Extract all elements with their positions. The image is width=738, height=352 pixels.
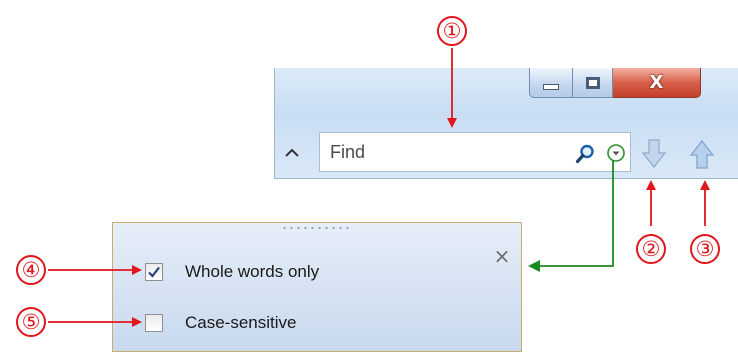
close-window-button[interactable]: X (613, 68, 701, 98)
callout-3: ③ (690, 234, 720, 264)
callout-1: ① (437, 16, 467, 46)
chevron-up-icon[interactable] (285, 146, 299, 160)
minimize-icon (543, 83, 559, 90)
minimize-button[interactable] (529, 68, 573, 98)
close-icon: X (649, 72, 664, 93)
whole-words-checkbox[interactable] (145, 263, 163, 281)
maximize-icon (585, 76, 600, 89)
close-options-icon[interactable]: × (493, 246, 511, 266)
find-box (319, 132, 631, 172)
case-sensitive-checkbox[interactable] (145, 314, 163, 332)
search-icon[interactable] (574, 143, 596, 165)
next-result-arrow-down-icon[interactable] (641, 138, 667, 170)
resize-grip[interactable] (281, 226, 351, 230)
window-caption-buttons: X (529, 68, 729, 102)
previous-result-arrow-up-icon[interactable] (689, 138, 715, 170)
maximize-button[interactable] (573, 68, 613, 98)
whole-words-label: Whole words only (185, 262, 320, 281)
find-options-popup: × Whole words only Case-sensitive (112, 222, 522, 352)
whole-words-option[interactable]: Whole words only (145, 260, 319, 284)
case-sensitive-option[interactable]: Case-sensitive (145, 311, 297, 335)
checkmark-icon (148, 266, 160, 278)
options-dropdown-icon[interactable] (606, 143, 626, 163)
callout-5: ⑤ (16, 307, 46, 337)
find-input[interactable] (330, 141, 550, 163)
case-sensitive-label: Case-sensitive (185, 313, 297, 332)
find-bar-window: X (274, 68, 738, 179)
callout-4: ④ (16, 255, 46, 285)
callout-2: ② (636, 234, 666, 264)
